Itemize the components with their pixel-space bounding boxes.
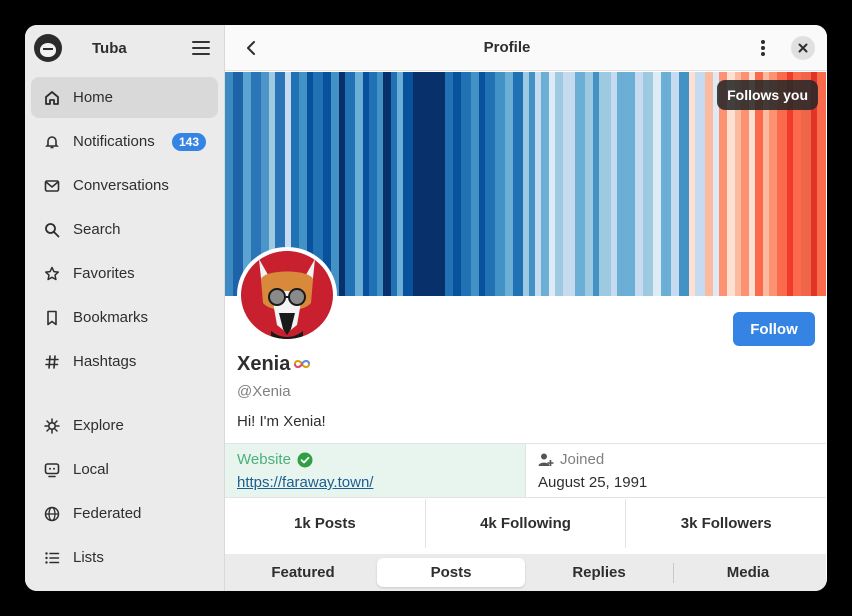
sidebar-item-federated[interactable]: Federated <box>31 493 218 534</box>
website-link[interactable]: https://faraway.town/ <box>237 474 373 491</box>
sidebar-item-label: Explore <box>73 417 124 434</box>
notifications-count-badge: 143 <box>171 132 206 151</box>
sidebar-item-label: Home <box>73 89 114 106</box>
field-joined-key: Joined <box>560 451 605 468</box>
sidebar-item-label: Favorites <box>73 265 135 282</box>
mail-icon <box>43 177 61 195</box>
menu-icon[interactable] <box>192 41 210 55</box>
chevron-left-icon <box>247 40 255 55</box>
stat-posts[interactable]: 1k Posts <box>225 499 426 548</box>
header-actions <box>751 35 815 60</box>
profile-name-row: Xenia <box>237 353 311 376</box>
bookmark-icon <box>43 309 61 327</box>
account-avatar[interactable] <box>34 34 62 62</box>
field-website-key-row: Website <box>237 451 513 468</box>
infinity-emoji-icon <box>293 356 311 374</box>
app-window: Tuba Home Notifications 143 Conversation… <box>25 25 827 591</box>
profile-tabs: Featured Posts Replies Media <box>225 554 826 591</box>
field-website-key: Website <box>237 451 291 468</box>
local-icon <box>43 461 61 479</box>
sidebar-item-label: Local <box>73 461 109 478</box>
field-joined-key-row: Joined <box>538 451 814 468</box>
sidebar-item-hashtags[interactable]: Hashtags <box>31 341 218 382</box>
page-title: Profile <box>483 39 531 56</box>
sidebar-header: Tuba <box>25 25 224 71</box>
sidebar-item-home[interactable]: Home <box>31 77 218 118</box>
stat-followers[interactable]: 3k Followers <box>626 499 826 548</box>
sidebar-item-label: Federated <box>73 505 142 522</box>
sidebar-item-lists[interactable]: Lists <box>31 537 218 578</box>
tab-posts[interactable]: Posts <box>377 558 525 587</box>
sidebar-nav: Home Notifications 143 Conversations Sea… <box>25 71 224 578</box>
header-bar: Profile <box>225 25 827 71</box>
verified-check-icon <box>297 452 313 467</box>
profile-panel: Profile Follows you Follow Xenia @Xenia … <box>225 25 827 591</box>
star-icon <box>43 265 61 283</box>
sidebar-separator <box>31 385 218 405</box>
tab-media[interactable]: Media <box>674 558 822 587</box>
profile-bio: Hi! I'm Xenia! <box>237 413 326 430</box>
tab-replies[interactable]: Replies <box>525 558 673 587</box>
profile-display-name: Xenia <box>237 353 291 375</box>
sidebar-item-label: Conversations <box>73 177 169 194</box>
sidebar-item-label: Notifications <box>73 133 155 150</box>
sidebar-item-bookmarks[interactable]: Bookmarks <box>31 297 218 338</box>
sidebar-item-label: Search <box>73 221 121 238</box>
globe-icon <box>43 505 61 523</box>
list-icon <box>43 549 61 567</box>
fox-avatar-image <box>241 251 333 339</box>
field-website-value-row: https://faraway.town/ <box>237 474 513 491</box>
follow-button[interactable]: Follow <box>733 312 815 346</box>
explore-icon <box>43 417 61 435</box>
close-icon <box>798 43 808 52</box>
sidebar-item-label: Lists <box>73 549 104 566</box>
close-button[interactable] <box>791 35 815 60</box>
sidebar-item-explore[interactable]: Explore <box>31 405 218 446</box>
more-vertical-icon <box>761 39 765 56</box>
profile-fields: Website https://faraway.town/ Joined Aug… <box>225 443 826 498</box>
home-icon <box>43 89 61 107</box>
profile-handle: @Xenia <box>237 383 291 400</box>
more-options-button[interactable] <box>751 36 775 60</box>
sidebar-item-label: Bookmarks <box>73 309 149 326</box>
stat-following[interactable]: 4k Following <box>426 499 627 548</box>
sidebar-item-favorites[interactable]: Favorites <box>31 253 218 294</box>
bell-icon <box>43 133 61 151</box>
app-title: Tuba <box>92 39 127 57</box>
back-button[interactable] <box>239 36 263 60</box>
follows-you-badge: Follows you <box>717 80 818 110</box>
sidebar: Tuba Home Notifications 143 Conversation… <box>25 25 225 591</box>
sidebar-item-search[interactable]: Search <box>31 209 218 250</box>
sidebar-item-label: Hashtags <box>73 353 137 370</box>
sidebar-item-conversations[interactable]: Conversations <box>31 165 218 206</box>
hash-icon <box>43 353 61 371</box>
field-joined: Joined August 25, 1991 <box>526 444 826 497</box>
field-joined-value: August 25, 1991 <box>538 474 648 491</box>
sidebar-item-local[interactable]: Local <box>31 449 218 490</box>
person-add-icon <box>538 453 554 466</box>
search-icon <box>43 221 61 239</box>
tab-featured[interactable]: Featured <box>229 558 377 587</box>
profile-stats: 1k Posts 4k Following 3k Followers <box>225 499 826 548</box>
profile-avatar[interactable] <box>237 247 337 343</box>
sidebar-item-notifications[interactable]: Notifications 143 <box>31 121 218 162</box>
field-website: Website https://faraway.town/ <box>225 444 526 497</box>
